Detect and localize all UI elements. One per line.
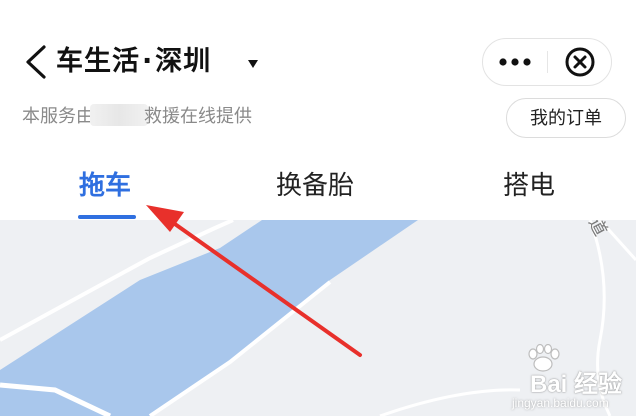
service-provider-text: 本服务由 救援在线提供 [22, 104, 252, 130]
tab-jump-start[interactable]: 搭电 [503, 168, 555, 204]
active-tab-indicator [78, 215, 136, 219]
chevron-left-icon [26, 45, 46, 79]
subtitle-prefix: 本服务由 [22, 106, 94, 127]
baidu-jingyan-watermark: Bai 经验 jingyan.baidu.com [482, 344, 632, 414]
tab-tow[interactable]: 拖车 [79, 168, 131, 204]
title-service: 车生活 [56, 46, 140, 77]
title-city: 深圳 [155, 46, 212, 77]
close-circle-icon [565, 47, 595, 77]
map-river [0, 220, 418, 416]
page-title: 车生活·深圳 [56, 42, 211, 82]
caret-down-icon [248, 60, 258, 68]
watermark-logo: Bai 经验 [530, 371, 623, 398]
header: 车生活·深圳 本服务由 救援在线提供 我的订单 拖车 换备胎 搭电 [0, 0, 636, 220]
watermark-url: jingyan.baidu.com [512, 396, 609, 410]
my-orders-button[interactable]: 我的订单 [506, 98, 626, 138]
subtitle-suffix: 救援在线提供 [144, 106, 252, 127]
back-button[interactable] [22, 44, 50, 80]
city-dropdown-button[interactable] [246, 56, 260, 70]
tab-spare-tire[interactable]: 换备胎 [276, 168, 354, 204]
more-dots-icon [499, 58, 531, 66]
close-button[interactable] [548, 39, 612, 85]
more-button[interactable] [483, 39, 547, 85]
mini-program-capsule [482, 38, 612, 86]
service-tabs: 拖车 换备胎 搭电 [0, 160, 636, 219]
title-separator: · [142, 46, 154, 77]
redacted-provider-name [90, 104, 148, 126]
